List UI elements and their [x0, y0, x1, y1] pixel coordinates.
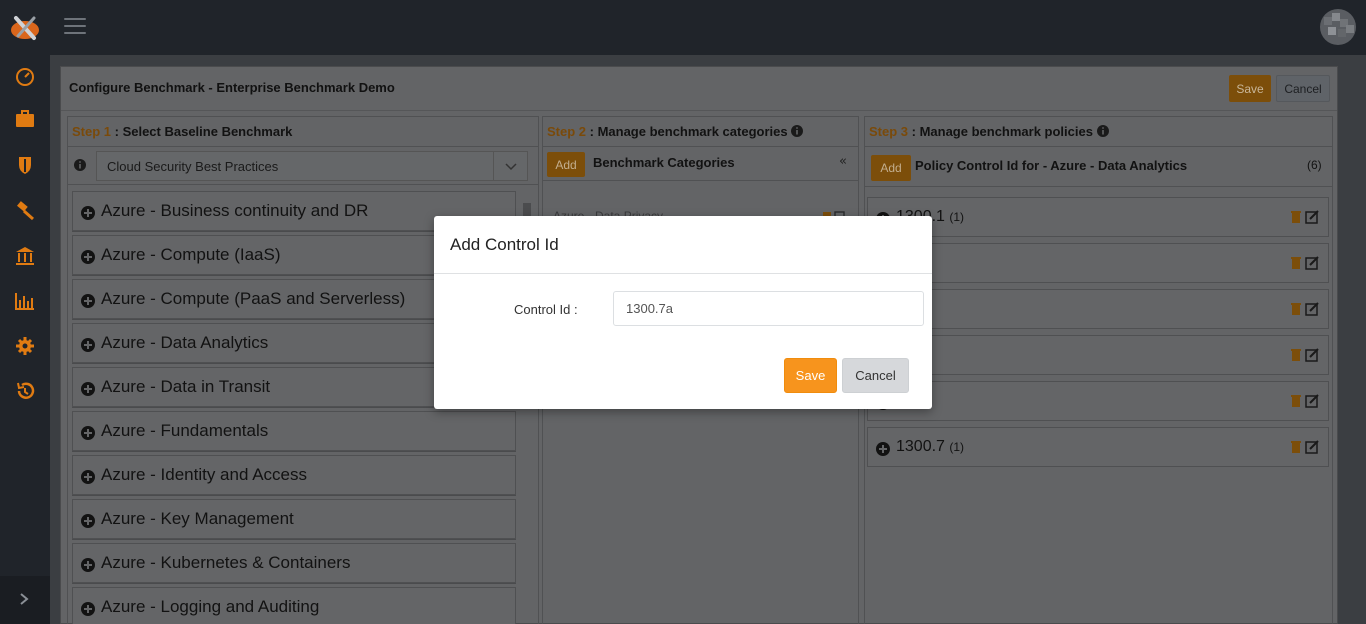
modal-cancel-button[interactable]: Cancel: [842, 358, 909, 393]
add-category-button[interactable]: Add: [547, 152, 585, 177]
step1-title: : Select Baseline Benchmark: [111, 124, 293, 139]
category-label: Azure - Data Analytics: [101, 333, 269, 352]
plus-circle-icon[interactable]: [81, 601, 95, 616]
edit-delete-icons[interactable]: [1290, 210, 1322, 224]
bank-icon[interactable]: [14, 245, 36, 267]
step3-number: Step 3: [869, 124, 909, 139]
add-control-id-modal: Add Control Id Control Id : Save Cancel: [434, 216, 932, 409]
list-item[interactable]: Azure - Fundamentals: [72, 411, 516, 451]
list-item[interactable]: Azure - Key Management: [72, 499, 516, 539]
list-item[interactable]: .4 (1): [867, 289, 1329, 329]
plus-circle-icon[interactable]: [81, 513, 95, 528]
info-icon: [791, 125, 804, 137]
edit-delete-icons[interactable]: [1290, 348, 1322, 362]
modal-title: Add Control Id: [450, 235, 559, 254]
save-button[interactable]: Save: [1229, 75, 1271, 102]
list-item[interactable]: .3 (1): [867, 243, 1329, 283]
baseline-benchmark-value: Cloud Security Best Practices: [107, 159, 279, 174]
history-icon[interactable]: [14, 380, 36, 402]
top-bar: [0, 0, 1366, 55]
policy-count: (6): [1307, 158, 1322, 172]
list-item[interactable]: Azure - Identity and Access: [72, 455, 516, 495]
plus-circle-icon[interactable]: [81, 293, 95, 308]
list-item[interactable]: Azure - Logging and Auditing: [72, 587, 516, 624]
briefcase-icon[interactable]: [14, 108, 36, 130]
step3-panel: Step 3 : Manage benchmark policies Add P…: [864, 116, 1333, 624]
category-label: Azure - Data in Transit: [101, 377, 271, 396]
dashboard-icon[interactable]: [14, 66, 36, 88]
gavel-icon[interactable]: [14, 199, 36, 221]
control-id-label: Control Id :: [514, 302, 578, 317]
list-item[interactable]: 1300.1 (1): [867, 197, 1329, 237]
edit-delete-icons[interactable]: [1290, 302, 1322, 316]
bar-chart-icon[interactable]: [14, 290, 36, 312]
benchmark-categories-title: Benchmark Categories: [593, 155, 735, 170]
plus-circle-icon[interactable]: [81, 205, 95, 220]
edit-delete-icons[interactable]: [1290, 440, 1322, 454]
edit-delete-icons[interactable]: [1290, 394, 1322, 408]
category-label: Azure - Key Management: [101, 509, 294, 528]
sidebar-expand-button[interactable]: [0, 576, 50, 624]
list-item[interactable]: Azure - Kubernetes & Containers: [72, 543, 516, 583]
menu-toggle-icon[interactable]: [64, 18, 86, 36]
plus-circle-icon[interactable]: [81, 425, 95, 440]
plus-circle-icon[interactable]: [81, 381, 95, 396]
policy-count: (1): [949, 210, 965, 224]
info-icon: [1096, 125, 1109, 137]
step2-heading: Step 2 : Manage benchmark categories: [543, 117, 858, 147]
avatar[interactable]: [1320, 9, 1356, 45]
list-item[interactable]: .6 (1): [867, 381, 1329, 421]
plus-circle-icon[interactable]: [81, 337, 95, 352]
policy-id: 1300.7: [896, 438, 945, 455]
chevron-down-icon[interactable]: [493, 152, 527, 180]
policy-header: Add Policy Control Id for - Azure - Data…: [865, 147, 1332, 187]
collapse-icon[interactable]: «: [839, 154, 847, 169]
chevron-right-icon: [20, 593, 29, 605]
policy-panel-title: Policy Control Id for - Azure - Data Ana…: [915, 158, 1188, 173]
plus-circle-icon[interactable]: [81, 469, 95, 484]
shield-icon[interactable]: [14, 154, 36, 176]
plus-circle-icon[interactable]: [81, 249, 95, 264]
category-label: Azure - Logging and Auditing: [101, 597, 320, 616]
add-policy-button[interactable]: Add: [871, 155, 911, 181]
step2-number: Step 2: [547, 124, 587, 139]
category-label: Azure - Business continuity and DR: [101, 201, 369, 220]
gear-icon[interactable]: [14, 335, 36, 357]
category-label: Azure - Fundamentals: [101, 421, 269, 440]
logo-icon[interactable]: [8, 12, 42, 42]
category-label: Azure - Compute (IaaS): [101, 245, 281, 264]
benchmark-categories-header: Add Benchmark Categories «: [543, 147, 858, 181]
baseline-select-row: Cloud Security Best Practices: [68, 147, 538, 185]
baseline-benchmark-select[interactable]: Cloud Security Best Practices: [96, 151, 528, 181]
main-header: Configure Benchmark - Enterprise Benchma…: [61, 67, 1337, 111]
info-icon: [74, 159, 86, 171]
policy-label: 1300.7 (1): [896, 438, 964, 456]
cancel-button[interactable]: Cancel: [1276, 75, 1330, 102]
modal-save-button[interactable]: Save: [784, 358, 837, 393]
policy-count: (1): [949, 440, 965, 454]
category-label: Azure - Kubernetes & Containers: [101, 553, 351, 572]
page-title: Configure Benchmark - Enterprise Benchma…: [69, 80, 395, 95]
modal-header: Add Control Id: [434, 216, 932, 274]
step1-heading: Step 1 : Select Baseline Benchmark: [68, 117, 538, 147]
edit-delete-icons[interactable]: [1290, 256, 1322, 270]
list-item[interactable]: .5 (1): [867, 335, 1329, 375]
step2-title: : Manage benchmark categories: [586, 124, 788, 139]
control-id-input[interactable]: [613, 291, 924, 326]
plus-circle-icon[interactable]: [876, 441, 890, 456]
plus-circle-icon[interactable]: [81, 557, 95, 572]
step3-heading: Step 3 : Manage benchmark policies: [865, 117, 1332, 147]
category-label: Azure - Compute (PaaS and Serverless): [101, 289, 406, 308]
step3-title: : Manage benchmark policies: [908, 124, 1093, 139]
sidebar: [0, 55, 50, 624]
category-label: Azure - Identity and Access: [101, 465, 307, 484]
list-item[interactable]: 1300.7 (1): [867, 427, 1329, 467]
step1-number: Step 1: [72, 124, 112, 139]
